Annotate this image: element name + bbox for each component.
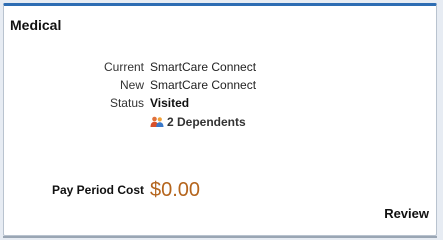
status-row: Status Visited: [4, 94, 304, 112]
dependents-link[interactable]: 2 Dependents: [150, 112, 304, 132]
card-bottom-divider: [3, 236, 437, 238]
new-plan-row: New SmartCare Connect: [4, 76, 304, 94]
plan-details: Current SmartCare Connect New SmartCare …: [4, 58, 304, 132]
pay-period-row: Pay Period Cost $0.00: [4, 177, 200, 203]
review-button[interactable]: Review: [384, 206, 429, 221]
people-icon: [150, 116, 164, 128]
new-label: New: [119, 78, 144, 92]
dependents-label: 2 Dependents: [167, 115, 246, 129]
new-value: SmartCare Connect: [150, 78, 257, 92]
current-label: Current: [103, 60, 144, 74]
status-label: Status: [109, 96, 144, 110]
card-title: Medical: [10, 17, 62, 33]
medical-card: Medical Current SmartCare Connect New Sm…: [3, 3, 437, 236]
current-value: SmartCare Connect: [150, 60, 257, 74]
pay-period-label: Pay Period Cost: [51, 183, 144, 197]
pay-period-cost: $0.00: [150, 178, 201, 201]
current-plan-row: Current SmartCare Connect: [4, 58, 304, 76]
status-value: Visited: [150, 96, 190, 110]
